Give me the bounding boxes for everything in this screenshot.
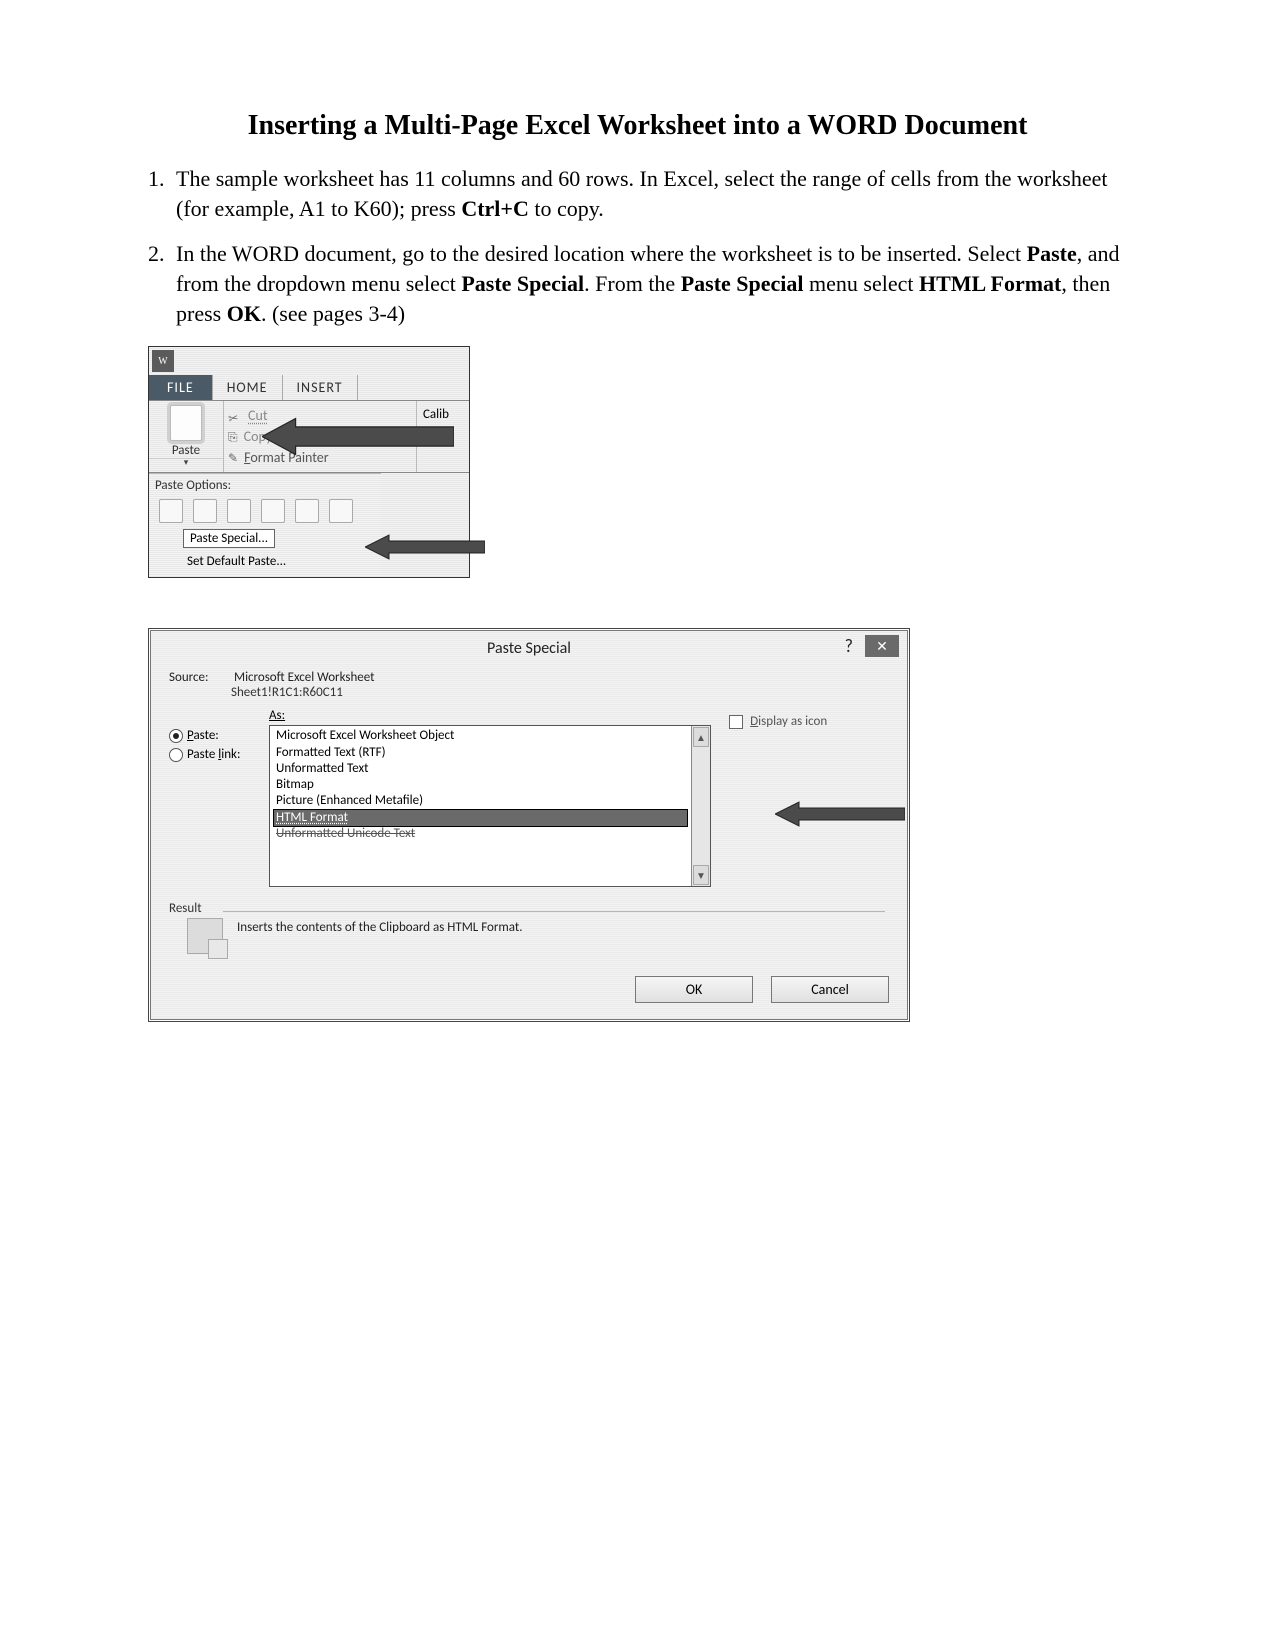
paste-button[interactable]: Paste	[149, 401, 224, 472]
display-as-icon-group: Display as icon	[711, 708, 889, 887]
dialog-buttons: OK Cancel	[153, 966, 905, 1017]
callout-arrow-icon	[365, 533, 485, 561]
step-1: The sample worksheet has 11 columns and …	[170, 164, 1145, 223]
paste-dropdown-menu: Paste Options: Paste Special... Set Defa…	[149, 473, 381, 577]
step2-text-a: In the WORD document, go to the desired …	[176, 241, 1027, 266]
paste-option-icon[interactable]	[295, 499, 319, 523]
tab-file[interactable]: FILE	[149, 375, 213, 400]
radio-selected-icon	[169, 729, 183, 743]
help-button[interactable]: ?	[839, 635, 859, 657]
scroll-up-icon[interactable]: ▲	[693, 727, 709, 747]
paste-option-icon[interactable]	[227, 499, 251, 523]
clipboard-group: Cut Copy Format Painter	[224, 401, 416, 472]
step1-ctrlc: Ctrl+C	[461, 196, 529, 221]
paste-option-icon[interactable]	[193, 499, 217, 523]
format-option[interactable]: Unformatted Unicode Text	[274, 826, 687, 842]
tab-home[interactable]: HOME	[213, 375, 283, 400]
step2-text-g: . (see pages 3-4)	[261, 301, 405, 326]
step-2: In the WORD document, go to the desired …	[170, 239, 1145, 328]
display-as-icon-label: Display as icon	[750, 714, 827, 729]
tab-insert[interactable]: INSERT	[283, 375, 358, 400]
callout-arrow-icon	[262, 401, 454, 472]
scissors-icon	[227, 408, 243, 424]
paste-radio[interactable]: Paste:	[169, 728, 269, 743]
radio-icon	[169, 748, 183, 762]
source-label: Source:	[169, 670, 231, 685]
set-default-paste-menu-item[interactable]: Set Default Paste...	[187, 554, 375, 569]
paste-options-title: Paste Options:	[155, 478, 375, 493]
result-description: Inserts the contents of the Clipboard as…	[237, 918, 523, 935]
ribbon-body: Paste Cut Copy Format Painter	[149, 401, 469, 473]
document-title: Inserting a Multi-Page Excel Worksheet i…	[130, 110, 1145, 142]
paste-label: Paste	[172, 443, 200, 458]
source-range: Sheet1!R1C1:R60C11	[231, 685, 889, 700]
paste-special-menu-item[interactable]: Paste Special...	[183, 529, 275, 548]
listbox-scrollbar[interactable]: ▲ ▼	[691, 726, 710, 886]
paste-option-icon[interactable]	[261, 499, 285, 523]
format-option[interactable]: HTML Format	[273, 809, 688, 827]
cancel-button[interactable]: Cancel	[771, 976, 889, 1003]
callout-arrow-icon	[775, 800, 905, 828]
format-option[interactable]: Microsoft Excel Worksheet Object	[274, 728, 687, 744]
close-button[interactable]	[865, 635, 899, 657]
step1-text-a: The sample worksheet has 11 columns and …	[176, 166, 1107, 221]
step2-ok: OK	[227, 301, 261, 326]
paste-radio-label: Paste:	[187, 728, 219, 743]
step2-html: HTML Format	[919, 271, 1061, 296]
ribbon-tabs: FILE HOME INSERT	[149, 375, 469, 401]
radio-column: Paste: Paste link:	[169, 708, 269, 887]
format-option[interactable]: Picture (Enhanced Metafile)	[274, 793, 687, 809]
ribbon-screenshot: FILE HOME INSERT Paste Cut Copy	[148, 346, 470, 578]
word-app-icon	[152, 350, 174, 372]
format-option[interactable]: Bitmap	[274, 777, 687, 793]
result-label: Result	[169, 901, 889, 916]
dialog-titlebar: Paste Special ?	[153, 633, 905, 662]
step2-text-e: menu select	[804, 271, 919, 296]
step1-text-b: to copy.	[529, 196, 604, 221]
step2-pastespecial2: Paste Special	[681, 271, 804, 296]
paste-link-radio-label: Paste link:	[187, 747, 240, 762]
copy-icon	[228, 428, 238, 445]
result-clipboard-icon	[187, 918, 223, 954]
source-line: Source: Microsoft Excel Worksheet	[169, 670, 889, 685]
dialog-title-text: Paste Special	[487, 639, 571, 658]
checkbox-icon[interactable]	[729, 715, 743, 729]
paste-link-radio[interactable]: Paste link:	[169, 747, 269, 762]
ok-button[interactable]: OK	[635, 976, 753, 1003]
step2-pastespecial1: Paste Special	[461, 271, 584, 296]
paintbrush-icon	[228, 449, 238, 466]
paste-options-icons	[155, 497, 375, 529]
paste-special-dialog: Paste Special ? Source: Microsoft Excel …	[148, 628, 910, 1022]
format-option[interactable]: Unformatted Text	[274, 761, 687, 777]
paste-dropdown-icon[interactable]	[149, 458, 223, 469]
source-value: Microsoft Excel Worksheet	[234, 670, 375, 685]
step2-text-d: . From the	[584, 271, 681, 296]
paste-option-icon[interactable]	[329, 499, 353, 523]
result-group: Result Inserts the contents of the Clipb…	[169, 901, 889, 954]
clipboard-paste-icon	[170, 405, 202, 441]
step2-paste: Paste	[1027, 241, 1077, 266]
format-option[interactable]: Formatted Text (RTF)	[274, 745, 687, 761]
as-label: As:	[269, 708, 711, 723]
format-listbox[interactable]: Microsoft Excel Worksheet ObjectFormatte…	[269, 725, 711, 887]
instruction-list: The sample worksheet has 11 columns and …	[130, 164, 1145, 328]
scroll-down-icon[interactable]: ▼	[693, 865, 709, 885]
paste-option-icon[interactable]	[159, 499, 183, 523]
